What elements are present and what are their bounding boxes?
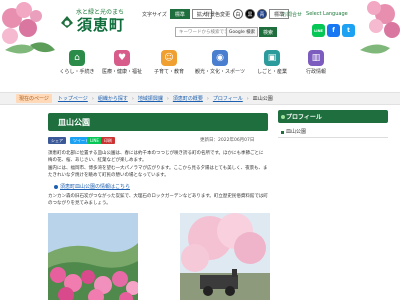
nav-item-label: くらし・手続き	[59, 69, 95, 75]
home-icon: ⌂	[69, 50, 85, 66]
main-navigation: ⌂ くらし・手続き ♥ 医療・健康・福祉 ☺ 子育て・教育 ◉ 観光・文化・スポ…	[58, 50, 358, 80]
search-button[interactable]: 検索	[259, 27, 277, 37]
page-title: 皿山公園	[48, 113, 268, 131]
nav-item-label: 子育て・教育	[153, 69, 184, 75]
sidebar-title: プロフィール	[278, 110, 388, 123]
heart-icon: ♥	[114, 50, 130, 66]
nav-item-label: 医療・健康・福祉	[101, 69, 142, 75]
cherry-blossom-photo	[180, 213, 270, 300]
chevron-right-icon: ›	[166, 95, 169, 102]
background-color-control: 背景色変更 白 黒 青 標準	[205, 8, 291, 20]
nav-item-label: 観光・文化・スポーツ	[195, 69, 245, 75]
share-facebook-button[interactable]: シェア	[48, 137, 66, 144]
park-info-link[interactable]: 須恵町皿山公園の情報はこちら	[54, 183, 130, 190]
background-color-label: 背景色変更	[205, 11, 231, 18]
search-engine-label: Google 検索	[226, 27, 258, 37]
breadcrumb-link-organization[interactable]: 組織から探す	[98, 95, 128, 102]
breadcrumb-current: 皿山公園	[252, 96, 273, 102]
nav-item-tourism[interactable]: ◉ 観光・文化・スポーツ	[192, 50, 248, 80]
color-black-button[interactable]: 黒	[245, 9, 256, 19]
nav-item-education[interactable]: ☺ 子育て・教育	[148, 50, 190, 80]
breadcrumb-current-page-label: 現在のページ	[16, 94, 52, 103]
text-size-label: 文字サイズ	[142, 11, 167, 18]
share-line-button[interactable]: LINE	[87, 137, 102, 144]
updated-date: 更新日：2022年06月07日	[200, 138, 255, 143]
body-paragraph-2: 園内には、福岡市、博多湾を望む一大パノラマが広がります。ここから見る夕陽はとても…	[48, 166, 268, 178]
nav-item-label: しごと・産業	[256, 69, 287, 75]
town-emblem-icon	[61, 16, 73, 28]
nav-item-health[interactable]: ♥ 医療・健康・福祉	[98, 50, 146, 80]
child-icon: ☺	[161, 50, 177, 66]
camera-icon: ◉	[212, 50, 228, 66]
chevron-right-icon: ›	[246, 95, 249, 102]
select-language-link[interactable]: Select Language	[306, 11, 348, 17]
line-icon-label: LINE	[314, 28, 323, 33]
text-size-standard-button[interactable]: 標準	[169, 9, 190, 19]
print-button[interactable]: 印刷	[101, 137, 115, 144]
color-blue-button[interactable]: 青	[257, 9, 268, 19]
building-icon: ▥	[308, 50, 324, 66]
breadcrumb-link-overview[interactable]: 須恵町の概要	[173, 95, 203, 102]
line-icon[interactable]: LINE	[312, 24, 325, 37]
color-white-button[interactable]: 白	[233, 9, 244, 19]
breadcrumb-link-profile[interactable]: プロフィール	[213, 95, 243, 102]
body-paragraph-1: 須恵町の北部に位置する皿山公園は、春には約千本のつつじが咲き誇る町の名所です。ほ…	[48, 151, 264, 163]
hydrangea-decoration-left	[2, 2, 55, 54]
contact-link[interactable]: お問合せ	[282, 11, 302, 18]
header-links: お問合せ Select Language	[282, 8, 352, 20]
site-logo[interactable]: 水と緑と光のまち 須恵町	[58, 7, 138, 37]
breadcrumb-link-department[interactable]: 地域振興課	[138, 95, 163, 102]
logo-town-name: 須恵町	[77, 16, 126, 34]
sidebar-item-sarayama-park[interactable]: 皿山公園	[278, 126, 388, 138]
facebook-icon-label: f	[332, 27, 335, 34]
nav-item-living[interactable]: ⌂ くらし・手続き	[58, 50, 96, 80]
briefcase-icon: ▣	[264, 50, 280, 66]
chevron-right-icon: ›	[206, 95, 209, 102]
nav-item-government[interactable]: ▥ 行政情報	[296, 50, 336, 80]
twitter-icon-label: t	[347, 27, 350, 34]
twitter-icon[interactable]: t	[342, 24, 355, 37]
facebook-icon[interactable]: f	[327, 24, 340, 37]
breadcrumb-link-top[interactable]: トップページ	[58, 95, 88, 102]
body-paragraph-3: カンカン森の旧石炭がつながった炭鉱で、大理石のロックガーデンなどあります。町立歴…	[48, 194, 268, 206]
chevron-right-icon: ›	[91, 95, 94, 102]
text-size-control: 文字サイズ 標準 拡大	[142, 8, 214, 20]
azalea-park-photo	[48, 213, 138, 300]
nav-item-label: 行政情報	[305, 69, 326, 75]
nav-item-work[interactable]: ▣ しごと・産業	[250, 50, 294, 80]
site-header: 水と緑と光のまち 須恵町 文字サイズ 標準 拡大 背景色変更 白 黒 青 標準 …	[0, 0, 400, 54]
chevron-right-icon: ›	[131, 95, 134, 102]
breadcrumb: 現在のページ トップページ › 組織から探す › 地域振興課 › 須恵町の概要 › プロ…	[0, 92, 400, 105]
